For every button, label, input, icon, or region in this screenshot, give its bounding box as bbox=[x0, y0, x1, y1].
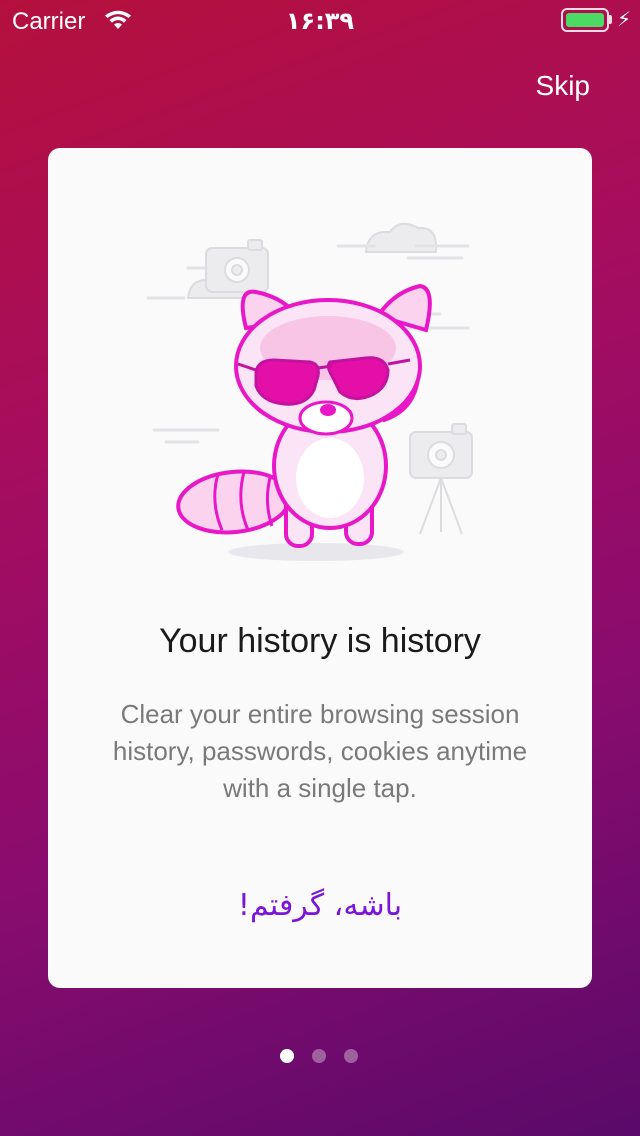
onboarding-description: Clear your entire browsing session histo… bbox=[112, 699, 528, 803]
tripod-camera-icon bbox=[409, 423, 473, 535]
got-it-button[interactable]: باشه، گرفتم! bbox=[48, 888, 592, 923]
onboarding-card: Your history is history Clear your entir… bbox=[48, 148, 592, 988]
skip-button[interactable]: Skip bbox=[536, 70, 590, 102]
status-bar: Carrier ۱۶:۳۹ ⚡ bbox=[0, 0, 640, 40]
page-dot[interactable] bbox=[280, 1049, 294, 1063]
page-dot[interactable] bbox=[344, 1049, 358, 1063]
charging-bolt-icon: ⚡ bbox=[617, 9, 632, 31]
page-indicator[interactable] bbox=[0, 1049, 640, 1065]
battery-level-fill bbox=[566, 13, 604, 27]
status-time: ۱۶:۳۹ bbox=[285, 7, 355, 35]
battery-tip bbox=[609, 15, 612, 24]
onboarding-title: Your history is history bbox=[159, 622, 481, 660]
raccoon-sunglasses-illustration bbox=[146, 222, 473, 561]
page-dot[interactable] bbox=[312, 1049, 326, 1063]
camera-icon bbox=[205, 239, 269, 293]
battery-icon bbox=[561, 8, 609, 32]
